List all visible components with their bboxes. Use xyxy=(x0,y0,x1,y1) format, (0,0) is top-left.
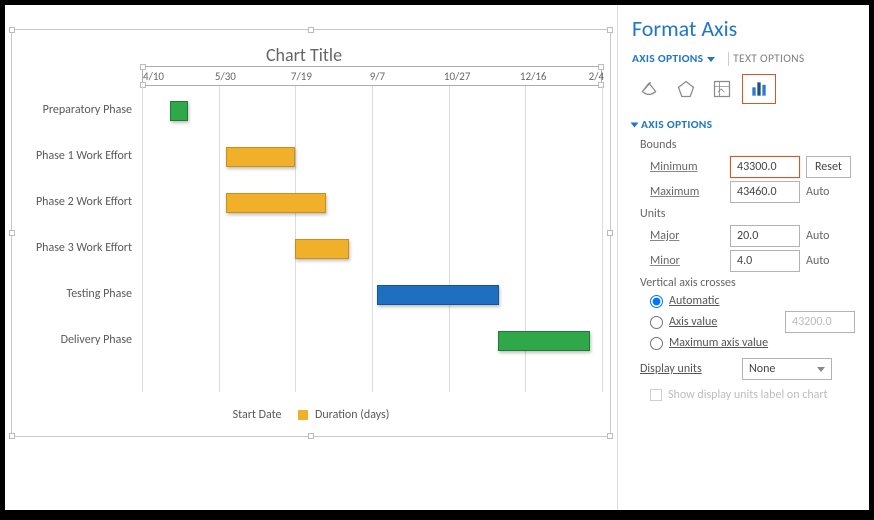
maximum-auto-label: Auto xyxy=(806,185,844,199)
app-window: Chart Title 4/10 5/30 7/19 9/7 10/27 12/… xyxy=(5,5,869,510)
category-label: Phase 1 Work Effort xyxy=(12,149,132,163)
data-bar[interactable] xyxy=(377,285,500,305)
section-axis-options[interactable]: AXIS OPTIONS xyxy=(632,118,855,132)
data-bar[interactable] xyxy=(226,193,326,213)
bounds-label: Bounds xyxy=(640,138,855,152)
legend-swatch xyxy=(298,410,308,420)
legend-entry: Start Date xyxy=(233,408,282,422)
resize-handle[interactable] xyxy=(308,433,314,439)
axis-tick: 7/19 xyxy=(291,70,312,83)
axis-tick: 5/30 xyxy=(215,70,236,83)
minimum-label: Minimum xyxy=(650,160,724,174)
axis-options-icon[interactable] xyxy=(742,74,776,104)
minor-auto-label: Auto xyxy=(806,254,844,268)
chart-row: Phase 1 Work Effort xyxy=(142,147,602,167)
tab-text-options[interactable]: TEXT OPTIONS xyxy=(728,52,804,66)
effects-icon[interactable] xyxy=(669,74,703,104)
chart-legend[interactable]: Start Date Duration (days) xyxy=(12,408,610,422)
display-units-value: None xyxy=(749,362,775,376)
minimum-input[interactable] xyxy=(730,156,800,178)
chart-row: Delivery Phase xyxy=(142,331,602,351)
show-units-label: Show display units label on chart xyxy=(668,388,828,402)
category-label: Phase 2 Work Effort xyxy=(12,195,132,209)
tab-axis-options[interactable]: AXIS OPTIONS xyxy=(632,52,707,66)
major-label: Major xyxy=(650,229,724,243)
chart-row: Preparatory Phase xyxy=(142,101,602,121)
resize-handle[interactable] xyxy=(9,433,15,439)
size-properties-icon[interactable] xyxy=(705,74,739,104)
display-units-select[interactable]: None xyxy=(742,358,832,380)
category-label: Preparatory Phase xyxy=(12,103,132,117)
chevron-down-icon[interactable] xyxy=(707,57,715,62)
major-input[interactable] xyxy=(730,225,800,247)
radio-axis-value[interactable] xyxy=(650,316,663,329)
horizontal-axis[interactable]: 4/10 5/30 7/19 9/7 10/27 12/16 2/4 xyxy=(142,66,602,86)
radio-automatic-label: Automatic xyxy=(669,294,719,308)
data-bar[interactable] xyxy=(170,101,188,121)
legend-entry: Duration (days) xyxy=(315,408,389,422)
maximum-label: Maximum xyxy=(650,185,724,199)
chart-row: Phase 3 Work Effort xyxy=(142,239,602,259)
axis-tick: 2/4 xyxy=(589,70,604,83)
data-bar[interactable] xyxy=(295,239,349,259)
axis-value-input[interactable] xyxy=(785,311,855,333)
resize-handle[interactable] xyxy=(9,230,15,236)
minor-label: Minor xyxy=(650,254,724,268)
category-label: Phase 3 Work Effort xyxy=(12,241,132,255)
show-units-checkbox xyxy=(650,389,662,401)
chevron-down-icon xyxy=(817,367,825,372)
resize-handle[interactable] xyxy=(9,27,15,33)
gridline xyxy=(602,86,603,392)
format-axis-pane: Format Axis AXIS OPTIONS TEXT OPTIONS xyxy=(617,5,869,510)
vertical-cross-label: Vertical axis crosses xyxy=(640,276,855,290)
pane-tab-row: AXIS OPTIONS TEXT OPTIONS xyxy=(632,52,855,66)
pane-title: Format Axis xyxy=(632,15,855,42)
chart-title[interactable]: Chart Title xyxy=(16,44,592,66)
category-label: Testing Phase xyxy=(12,287,132,301)
fill-line-icon[interactable] xyxy=(632,74,666,104)
chart-pane: Chart Title 4/10 5/30 7/19 9/7 10/27 12/… xyxy=(5,5,617,510)
chart-object[interactable]: Chart Title 4/10 5/30 7/19 9/7 10/27 12/… xyxy=(11,29,611,437)
chart-row: Phase 2 Work Effort xyxy=(142,193,602,213)
resize-handle[interactable] xyxy=(607,230,613,236)
resize-handle[interactable] xyxy=(308,27,314,33)
radio-max-axis-value[interactable] xyxy=(650,337,663,350)
radio-automatic[interactable] xyxy=(650,295,663,308)
chart-row: Testing Phase xyxy=(142,285,602,305)
category-label: Delivery Phase xyxy=(12,333,132,347)
section-label: AXIS OPTIONS xyxy=(641,118,712,132)
resize-handle[interactable] xyxy=(607,27,613,33)
major-auto-label: Auto xyxy=(806,229,844,243)
data-bar[interactable] xyxy=(498,331,590,351)
collapse-triangle-icon xyxy=(631,123,639,128)
minimum-reset-button[interactable]: Reset xyxy=(806,156,851,178)
resize-handle[interactable] xyxy=(607,433,613,439)
axis-tick: 12/16 xyxy=(520,70,547,83)
minor-input[interactable] xyxy=(730,250,800,272)
data-bar[interactable] xyxy=(226,147,295,167)
maximum-input[interactable] xyxy=(730,181,800,203)
radio-max-axis-value-label: Maximum axis value xyxy=(669,336,768,350)
display-units-label: Display units xyxy=(640,362,736,376)
axis-tick: 10/27 xyxy=(444,70,471,83)
axis-tick: 4/10 xyxy=(143,70,164,83)
radio-axis-value-label: Axis value xyxy=(669,315,779,329)
plot-area[interactable]: Preparatory Phase Phase 1 Work Effort Ph… xyxy=(142,86,602,392)
units-label: Units xyxy=(640,207,855,221)
axis-tick: 9/7 xyxy=(370,70,385,83)
axis-icon-group xyxy=(632,74,855,104)
